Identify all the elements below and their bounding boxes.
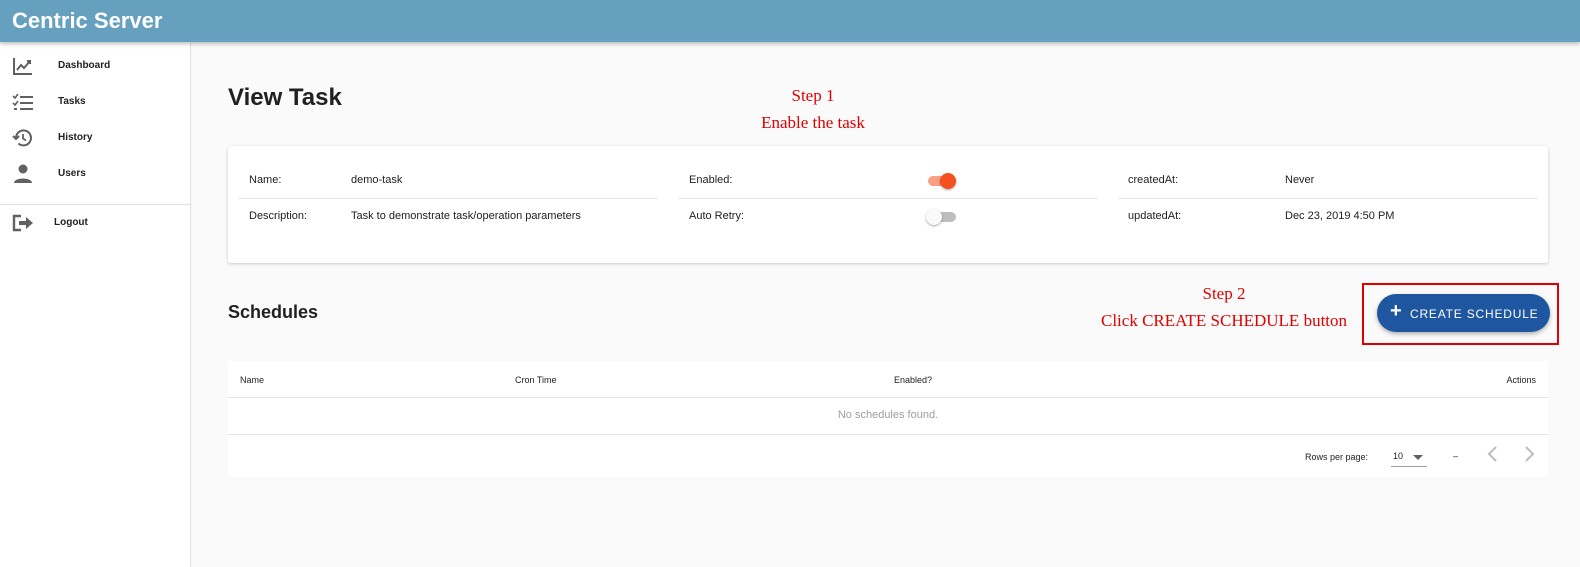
auto-retry-label: Auto Retry: — [689, 210, 745, 222]
annotation-step2-text: Click CREATE SCHEDULE button — [1100, 311, 1348, 330]
annotation-step2-title: Step 2 — [1202, 284, 1246, 303]
checklist-icon — [12, 93, 33, 110]
column-header-enabled[interactable]: Enabled? — [894, 375, 932, 385]
sidebar-item-history[interactable]: History — [0, 120, 190, 156]
app-bar: Centric Server — [0, 0, 1580, 42]
row-divider — [238, 198, 658, 199]
person-icon — [14, 164, 32, 183]
chevron-down-icon — [1413, 455, 1423, 460]
sidebar-item-label: History — [58, 132, 93, 143]
created-at-value: Never — [1285, 174, 1315, 186]
description-label: Description: — [249, 210, 308, 222]
name-label: Name: — [249, 174, 282, 186]
rows-per-page-value: 10 — [1393, 451, 1404, 461]
description-value: Task to demonstrate task/operation param… — [351, 210, 581, 222]
name-value: demo-task — [351, 174, 403, 186]
row-divider — [228, 434, 1548, 435]
sidebar-item-label: Users — [58, 168, 86, 179]
toggle-thumb — [926, 209, 942, 225]
column-header-cron-time[interactable]: Cron Time — [515, 375, 557, 385]
app-title: Centric Server — [12, 8, 163, 33]
sidebar-item-label: Logout — [54, 217, 88, 228]
previous-page-button[interactable] — [1485, 444, 1501, 464]
sidebar-item-label: Tasks — [58, 96, 86, 107]
annotation-step1-text: Enable the task — [761, 113, 865, 132]
sidebar-item-label: Dashboard — [58, 60, 111, 71]
created-at-label: createdAt: — [1128, 174, 1179, 186]
logout-icon — [12, 214, 33, 232]
sidebar-item-tasks[interactable]: Tasks — [0, 84, 190, 120]
schedules-table: Name Cron Time Enabled? Actions No sched… — [228, 361, 1548, 477]
column-header-actions: Actions — [1506, 375, 1536, 385]
sidebar: Dashboard Tasks History Users Logout — [0, 42, 191, 567]
auto-retry-toggle[interactable] — [926, 207, 958, 227]
annotation-step1-title: Step 1 — [791, 86, 835, 105]
rows-per-page-label: Rows per page: — [1305, 452, 1369, 462]
plus-icon: + — [1390, 300, 1402, 322]
page-title: View Task — [228, 84, 342, 111]
row-divider — [678, 198, 1098, 199]
history-icon — [12, 129, 32, 147]
schedules-title: Schedules — [228, 302, 319, 322]
empty-message: No schedules found. — [837, 409, 939, 421]
updated-at-value: Dec 23, 2019 4:50 PM — [1285, 210, 1395, 222]
header-divider — [228, 397, 1548, 398]
next-page-button[interactable] — [1521, 444, 1537, 464]
chart-line-icon — [13, 58, 32, 75]
create-schedule-label: CREATE SCHEDULE — [1410, 307, 1539, 321]
enabled-label: Enabled: — [689, 174, 733, 186]
sidebar-item-dashboard[interactable]: Dashboard — [0, 48, 190, 84]
column-header-name[interactable]: Name — [240, 375, 264, 385]
row-divider — [1118, 198, 1538, 199]
create-schedule-button[interactable]: + CREATE SCHEDULE — [1377, 294, 1550, 332]
sidebar-item-logout[interactable]: Logout — [0, 205, 190, 241]
enabled-toggle[interactable] — [926, 171, 958, 191]
sidebar-item-users[interactable]: Users — [0, 156, 190, 192]
updated-at-label: updatedAt: — [1128, 210, 1182, 222]
page-range: – — [1453, 451, 1459, 461]
toggle-thumb — [940, 173, 956, 189]
task-details-card: Name: demo-task Description: Task to dem… — [228, 146, 1548, 263]
rows-per-page-select[interactable]: 10 — [1391, 445, 1427, 467]
